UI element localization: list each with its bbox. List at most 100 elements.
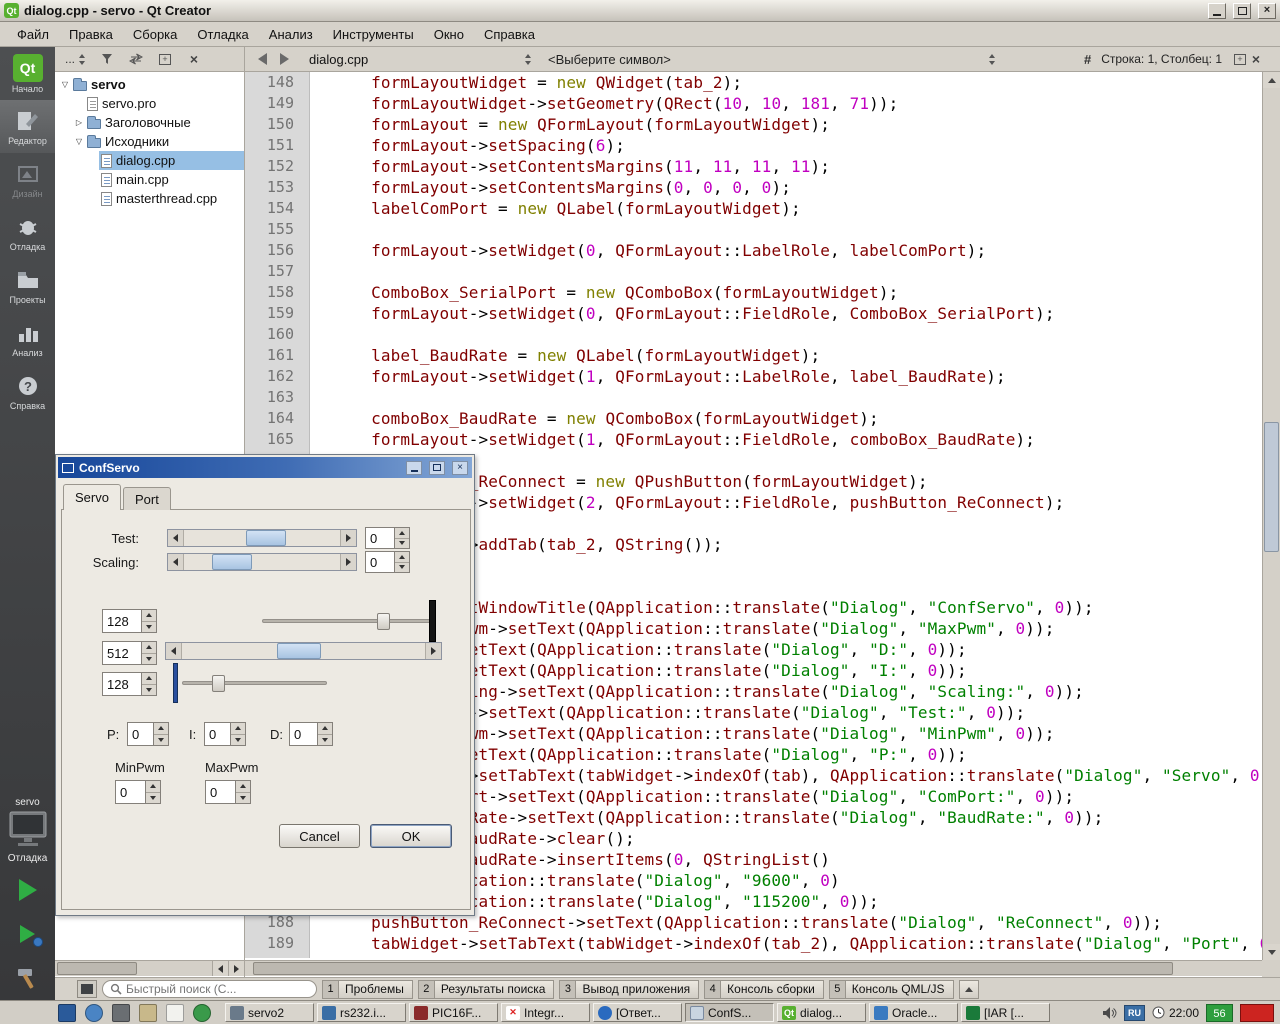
code-line[interactable]: tabWidget->setTabText(tabWidget->indexOf… (311, 933, 1262, 954)
debug-run-button[interactable] (0, 912, 55, 956)
spin-up-button[interactable] (395, 528, 409, 539)
menu-build[interactable]: Сборка (124, 24, 187, 45)
line-number[interactable]: 152 (245, 156, 309, 177)
tree-item-servo[interactable]: servo (55, 75, 244, 94)
code-line[interactable] (311, 324, 1262, 345)
expander-closed-icon[interactable] (73, 118, 85, 127)
spinbox-value[interactable]: 0 (116, 781, 145, 803)
sidebar-toggle-button[interactable] (77, 980, 97, 998)
task-button-rs232[interactable]: rs232.i... (317, 1003, 406, 1022)
system-monitor-applet[interactable]: 56 (1206, 1004, 1233, 1022)
spinbox-value[interactable]: 0 (366, 528, 394, 548)
build-button[interactable] (0, 956, 55, 1000)
scrollbar-track[interactable] (184, 530, 340, 546)
spin-down-button[interactable] (142, 654, 156, 665)
window-maximize-button[interactable] (1233, 3, 1251, 19)
run-button[interactable] (0, 868, 55, 912)
code-line[interactable]: comboBox_BaudRate = new QComboBox(formLa… (311, 408, 1262, 429)
menu-help[interactable]: Справка (475, 24, 544, 45)
code-line[interactable]: labelComPort = new QLabel(formLayoutWidg… (311, 198, 1262, 219)
test-scrollbar[interactable] (167, 529, 357, 547)
line-number[interactable]: 159 (245, 303, 309, 324)
spin-up-button[interactable] (318, 723, 332, 735)
window-titlebar[interactable]: Qt dialog.cpp - servo - Qt Creator × (0, 0, 1280, 22)
code-line[interactable]: formLayout->setWidget(1, QFormLayout::La… (311, 366, 1262, 387)
line-number[interactable]: 161 (245, 345, 309, 366)
scrollbar-thumb[interactable] (212, 554, 252, 570)
code-line[interactable]: formLayoutWidget = new QWidget(tab_2); (311, 72, 1262, 93)
maxpwm-spinbox-128[interactable]: 128 (102, 609, 157, 633)
sync-with-editor-icon[interactable] (128, 51, 144, 67)
slider-handle[interactable] (212, 675, 225, 692)
code-line[interactable] (311, 387, 1262, 408)
ok-button[interactable]: OK (370, 824, 452, 848)
cancel-button[interactable]: Cancel (279, 824, 360, 848)
minpwm-spinbox-128[interactable]: 128 (102, 672, 157, 696)
menu-file[interactable]: Файл (8, 24, 58, 45)
code-line[interactable]: label_BaudRate = new QLabel(formLayoutWi… (311, 345, 1262, 366)
target-selector[interactable]: servo Отладка (0, 793, 55, 868)
speaker-icon[interactable] (1102, 1006, 1117, 1020)
scrollbar-thumb[interactable] (57, 962, 137, 975)
spin-up-button[interactable] (142, 610, 156, 622)
dialog-close-button[interactable]: × (452, 461, 468, 475)
spin-up-button[interactable] (154, 723, 168, 735)
project-filter-combo[interactable]: ... (65, 52, 86, 66)
scrollbar-thumb[interactable] (277, 643, 321, 659)
line-number[interactable]: 164 (245, 408, 309, 429)
menu-debug[interactable]: Отладка (188, 24, 257, 45)
line-number[interactable]: 189 (245, 933, 309, 954)
line-number[interactable]: 158 (245, 282, 309, 303)
spinbox-value[interactable]: 0 (366, 552, 394, 572)
scrollbar-thumb[interactable] (253, 962, 1173, 975)
spin-down-button[interactable] (395, 539, 409, 549)
panel-button-qml-console[interactable]: 5 Консоль QML/JS (829, 980, 954, 999)
scroll-left-button[interactable] (166, 643, 182, 659)
scroll-right-button[interactable] (425, 643, 441, 659)
launcher-browser-icon[interactable] (85, 1004, 103, 1022)
scroll-left-button[interactable] (212, 961, 228, 976)
line-number[interactable]: 149 (245, 93, 309, 114)
task-button-integr[interactable]: ✕ Integr... (501, 1003, 590, 1022)
forward-button[interactable] (273, 50, 295, 68)
editor-vscrollbar[interactable] (1262, 72, 1280, 960)
menu-tools[interactable]: Инструменты (324, 24, 423, 45)
load-monitor-applet[interactable] (1240, 1004, 1274, 1022)
scroll-left-button[interactable] (168, 554, 184, 570)
dialog-maximize-button[interactable] (429, 461, 445, 475)
code-line[interactable]: formLayout->setSpacing(6); (311, 135, 1262, 156)
open-file-combo[interactable]: dialog.cpp (303, 52, 538, 67)
menu-edit[interactable]: Правка (60, 24, 122, 45)
scaling-spinbox[interactable]: 0 (365, 551, 410, 573)
line-number[interactable]: 165 (245, 429, 309, 450)
scaling-scrollbar[interactable] (167, 553, 357, 571)
spin-down-button[interactable] (154, 735, 168, 746)
spin-down-button[interactable] (142, 622, 156, 633)
tree-item-dialog-cpp[interactable]: dialog.cpp (55, 151, 244, 170)
keyboard-layout-indicator[interactable]: RU (1124, 1005, 1145, 1021)
spinbox-value[interactable]: 512 (103, 642, 141, 664)
spinbox-value[interactable]: 0 (128, 723, 153, 745)
spin-down-button[interactable] (236, 793, 250, 804)
d-spinbox[interactable]: 0 (289, 722, 333, 746)
locator-search[interactable] (102, 980, 317, 998)
panel-button-compile-output[interactable]: 4 Консоль сборки (704, 980, 824, 999)
scroll-down-button[interactable] (1263, 944, 1280, 960)
task-button-otvet[interactable]: [Ответ... (593, 1003, 682, 1022)
mode-edit[interactable]: Редактор (0, 100, 55, 153)
spin-down-button[interactable] (231, 735, 245, 746)
expander-open-icon[interactable] (73, 137, 85, 146)
code-line[interactable]: formLayout->setWidget(1, QFormLayout::Fi… (311, 429, 1262, 450)
spinbox-value[interactable]: 0 (290, 723, 317, 745)
scrollbar-thumb[interactable] (1264, 422, 1279, 552)
spinbox-value[interactable]: 128 (103, 610, 141, 632)
minpwm-value-spinbox[interactable]: 0 (115, 780, 161, 804)
tab-port[interactable]: Port (123, 487, 171, 510)
spin-up-button[interactable] (231, 723, 245, 735)
mode-help[interactable]: ? Справка (0, 365, 55, 418)
line-number[interactable]: 151 (245, 135, 309, 156)
slider-handle[interactable] (377, 613, 390, 630)
close-editor-icon[interactable] (1248, 51, 1264, 67)
scrollbar-thumb[interactable] (246, 530, 286, 546)
task-button-oracle[interactable]: Oracle... (869, 1003, 958, 1022)
